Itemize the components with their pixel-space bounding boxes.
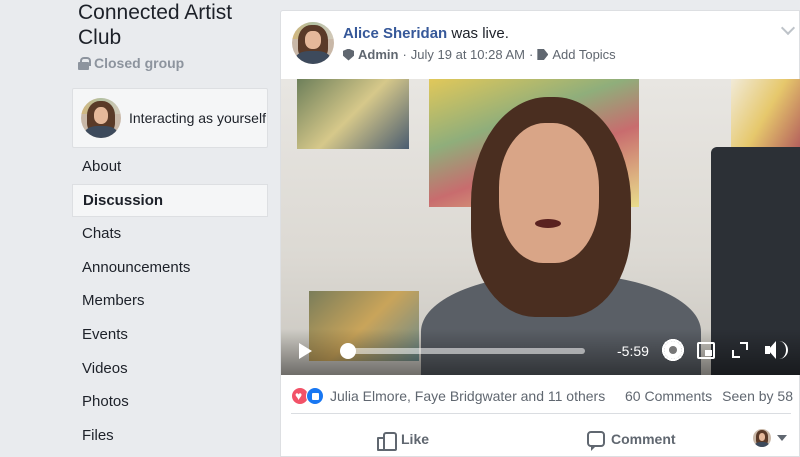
nav-item-announcements[interactable]: Announcements <box>72 251 268 285</box>
chevron-down-icon[interactable] <box>780 20 796 36</box>
comments-count[interactable]: 60 Comments <box>625 388 712 404</box>
comment-icon <box>587 431 605 451</box>
tag-icon <box>537 49 549 60</box>
reactors-list[interactable]: Julia Elmore, Faye Bridgwater and 11 oth… <box>330 388 605 404</box>
group-privacy-label: Closed group <box>94 55 185 71</box>
group-sidebar: Connected Artist Club Closed group Inter… <box>0 0 278 457</box>
background-painting <box>297 79 409 149</box>
caret-down-icon <box>777 435 787 441</box>
comment-button[interactable]: Comment <box>587 421 676 457</box>
engagement-counts: 60 Comments Seen by 58 <box>625 388 793 404</box>
author-name-link[interactable]: Alice Sheridan <box>343 25 447 42</box>
video-scrubber-handle[interactable] <box>339 343 356 359</box>
time-remaining: -5:59 <box>617 343 649 359</box>
gear-icon[interactable] <box>661 338 685 362</box>
nav-item-events[interactable]: Events <box>72 318 268 352</box>
comment-button-label: Comment <box>611 431 676 447</box>
nav-item-members[interactable]: Members <box>72 284 268 318</box>
video-progress-bar[interactable] <box>343 348 585 354</box>
post-action-text: was live. <box>447 25 509 42</box>
meta-separator: · <box>528 47 534 62</box>
video-player[interactable]: -5:59 <box>281 79 800 375</box>
group-privacy: Closed group <box>78 55 184 71</box>
group-nav: About Discussion Chats Announcements Mem… <box>72 150 268 452</box>
lock-icon <box>78 56 91 70</box>
post-meta: Admin · July 19 at 10:28 AM · Add Topics <box>343 47 616 62</box>
like-button[interactable]: Like <box>377 421 429 457</box>
admin-badge: Admin <box>358 47 399 62</box>
nav-item-videos[interactable]: Videos <box>72 352 268 386</box>
nav-item-chats[interactable]: Chats <box>72 217 268 251</box>
nav-item-photos[interactable]: Photos <box>72 385 268 419</box>
group-title[interactable]: Connected Artist Club <box>78 0 268 50</box>
author-avatar[interactable] <box>292 22 334 64</box>
reactions-bar: Julia Elmore, Faye Bridgwater and 11 oth… <box>291 385 793 407</box>
avatar <box>81 98 121 138</box>
fullscreen-icon[interactable] <box>732 342 748 358</box>
avatar <box>753 429 771 447</box>
comment-as-selector[interactable] <box>753 429 787 447</box>
interacting-as-selector[interactable]: Interacting as yourself <box>72 88 268 148</box>
post-headline: Alice Sheridan was live. <box>343 25 509 42</box>
seen-by-count[interactable]: Seen by 58 <box>722 388 793 404</box>
post-header: Alice Sheridan was live. Admin · July 19… <box>281 11 800 79</box>
live-video-post: Alice Sheridan was live. Admin · July 19… <box>280 10 800 457</box>
like-button-label: Like <box>401 431 430 447</box>
meta-separator: · <box>402 47 407 62</box>
play-icon[interactable] <box>299 343 312 359</box>
post-actions: Like Comment <box>281 421 800 457</box>
nav-item-discussion[interactable]: Discussion <box>72 183 268 218</box>
divider <box>291 413 791 414</box>
shield-icon <box>343 48 354 61</box>
nav-item-about[interactable]: About <box>72 150 268 184</box>
post-timestamp[interactable]: July 19 at 10:28 AM <box>411 47 525 62</box>
thumbs-up-icon <box>377 430 397 451</box>
like-reaction-icon[interactable] <box>306 387 324 405</box>
background-painting <box>731 79 800 149</box>
add-topics-link[interactable]: Add Topics <box>552 47 615 62</box>
interacting-as-label: Interacting as yourself <box>129 110 266 126</box>
nav-item-files[interactable]: Files <box>72 419 268 453</box>
picture-in-picture-icon[interactable] <box>697 342 715 359</box>
